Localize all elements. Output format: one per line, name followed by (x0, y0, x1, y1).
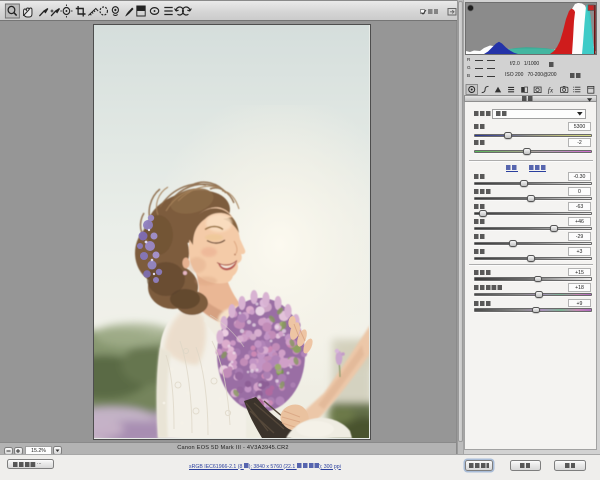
svg-text:fx: fx (548, 85, 554, 94)
